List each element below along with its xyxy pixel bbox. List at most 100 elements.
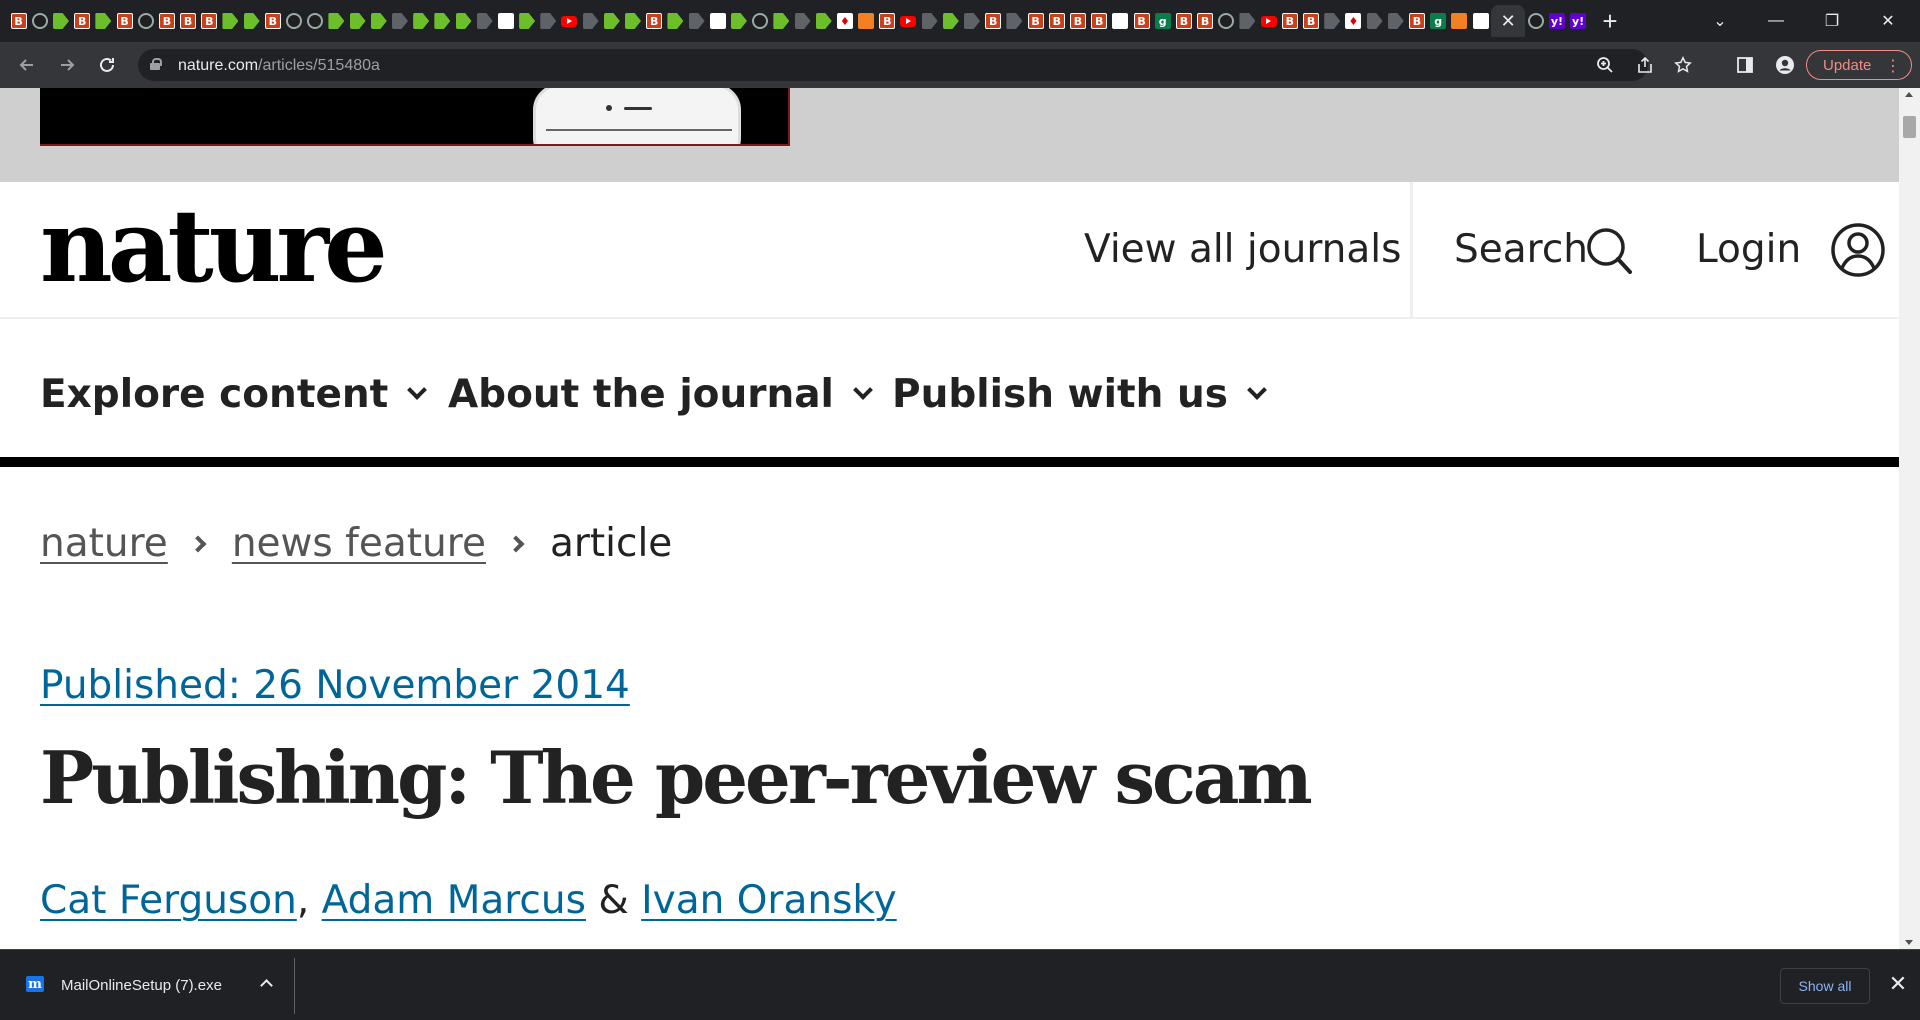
tab-extra-2[interactable]: y! — [1568, 5, 1589, 37]
tab-24[interactable] — [517, 5, 538, 37]
close-shelf-icon[interactable]: ✕ — [1884, 970, 1912, 998]
tab-4[interactable] — [93, 5, 114, 37]
tab-10[interactable] — [220, 5, 241, 37]
lock-icon[interactable] — [150, 58, 162, 70]
nature-logo[interactable]: nature — [40, 196, 388, 296]
tab-52[interactable] — [1110, 5, 1131, 37]
advertisement[interactable] — [40, 88, 790, 146]
tab-9[interactable]: B — [199, 5, 220, 37]
tab-41[interactable]: B — [877, 5, 898, 37]
author-link[interactable]: Ivan Oransky — [641, 878, 897, 923]
address-bar[interactable]: nature.com/articles/515480a — [138, 49, 1692, 81]
active-tab-close-button[interactable]: ✕ — [1491, 5, 1526, 37]
bookmark-star-icon[interactable] — [1672, 54, 1694, 76]
tab-27[interactable] — [580, 5, 601, 37]
tab-31[interactable] — [665, 5, 686, 37]
tab-50[interactable]: B — [1067, 5, 1088, 37]
tab-40[interactable] — [856, 5, 877, 37]
tab-2[interactable] — [50, 5, 71, 37]
login-link[interactable]: Login — [1696, 230, 1801, 269]
tab-58[interactable] — [1237, 5, 1258, 37]
tab-55[interactable]: B — [1173, 5, 1194, 37]
tab-12[interactable]: B — [262, 5, 283, 37]
tab-62[interactable] — [1322, 5, 1343, 37]
publish-with-us-menu[interactable]: Publish with us — [892, 375, 1267, 414]
search-icon[interactable] — [1585, 226, 1633, 276]
tab-39[interactable]: ♦ — [834, 5, 855, 37]
tab-21[interactable] — [453, 5, 474, 37]
tab-67[interactable]: g — [1428, 5, 1449, 37]
tab-36[interactable] — [771, 5, 792, 37]
author-link[interactable]: Adam Marcus — [322, 878, 586, 923]
profile-icon[interactable] — [1772, 52, 1798, 78]
user-account-icon[interactable] — [1830, 222, 1886, 278]
tab-32[interactable] — [686, 5, 707, 37]
reload-icon[interactable] — [92, 50, 122, 80]
tab-69[interactable] — [1470, 5, 1491, 37]
tab-extra-1[interactable]: y! — [1546, 5, 1567, 37]
tab-53[interactable]: B — [1131, 5, 1152, 37]
tab-44[interactable] — [940, 5, 961, 37]
tab-13[interactable] — [283, 5, 304, 37]
breadcrumb-home-link[interactable]: nature — [40, 524, 168, 563]
tab-65[interactable] — [1385, 5, 1406, 37]
explore-content-menu[interactable]: Explore content — [40, 375, 428, 414]
published-date-link[interactable]: Published: 26 November 2014 — [40, 666, 630, 705]
tab-51[interactable]: B — [1089, 5, 1110, 37]
tab-33[interactable] — [707, 5, 728, 37]
tab-3[interactable]: B — [72, 5, 93, 37]
forward-arrow-icon[interactable] — [52, 50, 82, 80]
tab-0[interactable]: B — [8, 5, 29, 37]
tab-68[interactable] — [1449, 5, 1470, 37]
download-file-name[interactable]: MailOnlineSetup (7).exe — [61, 977, 222, 994]
tab-35[interactable] — [750, 5, 771, 37]
tab-22[interactable] — [474, 5, 495, 37]
scroll-down-arrow-icon[interactable] — [1905, 940, 1913, 945]
about-journal-menu[interactable]: About the journal — [448, 375, 873, 414]
tab-38[interactable] — [813, 5, 834, 37]
vertical-scrollbar[interactable] — [1899, 88, 1920, 949]
tab-48[interactable]: B — [1025, 5, 1046, 37]
tab-60[interactable]: B — [1279, 5, 1300, 37]
zoom-icon[interactable] — [1594, 54, 1616, 76]
restore-button[interactable]: ❐ — [1804, 0, 1860, 42]
tab-57[interactable] — [1216, 5, 1237, 37]
tab-search-button[interactable]: ⌄ — [1692, 0, 1748, 42]
tab-8[interactable]: B — [178, 5, 199, 37]
tab-61[interactable]: B — [1300, 5, 1321, 37]
show-all-downloads-button[interactable]: Show all — [1780, 968, 1870, 1004]
tab-14[interactable] — [305, 5, 326, 37]
tab-34[interactable] — [728, 5, 749, 37]
view-all-journals-link[interactable]: View all journals — [1084, 230, 1401, 269]
scroll-up-arrow-icon[interactable] — [1905, 92, 1913, 97]
tab-29[interactable] — [622, 5, 643, 37]
tab-18[interactable] — [389, 5, 410, 37]
menu-dots-icon[interactable]: ⋮ — [1885, 56, 1901, 76]
tab-46[interactable]: B — [983, 5, 1004, 37]
tab-63[interactable]: ♦ — [1343, 5, 1364, 37]
tab-43[interactable] — [919, 5, 940, 37]
tab-47[interactable] — [1004, 5, 1025, 37]
tab-25[interactable] — [538, 5, 559, 37]
tab-45[interactable] — [961, 5, 982, 37]
tab-17[interactable] — [368, 5, 389, 37]
tab-42[interactable] — [898, 5, 919, 37]
search-link[interactable]: Search — [1454, 230, 1588, 269]
new-tab-button[interactable]: + — [1596, 8, 1624, 36]
tab-59[interactable] — [1258, 5, 1279, 37]
update-button[interactable]: Update ⋮ — [1806, 50, 1912, 80]
tab-26[interactable] — [559, 5, 580, 37]
tab-30[interactable]: B — [644, 5, 665, 37]
tab-16[interactable] — [347, 5, 368, 37]
tab-49[interactable]: B — [1046, 5, 1067, 37]
chevron-up-icon[interactable] — [260, 979, 273, 992]
minimize-button[interactable]: — — [1748, 0, 1804, 42]
side-panel-icon[interactable] — [1732, 52, 1758, 78]
tab-7[interactable]: B — [156, 5, 177, 37]
tab-64[interactable] — [1364, 5, 1385, 37]
tab-5[interactable]: B — [114, 5, 135, 37]
tab-23[interactable] — [495, 5, 516, 37]
close-window-button[interactable]: ✕ — [1860, 0, 1916, 42]
tab-11[interactable] — [241, 5, 262, 37]
scrollbar-thumb[interactable] — [1903, 116, 1916, 138]
